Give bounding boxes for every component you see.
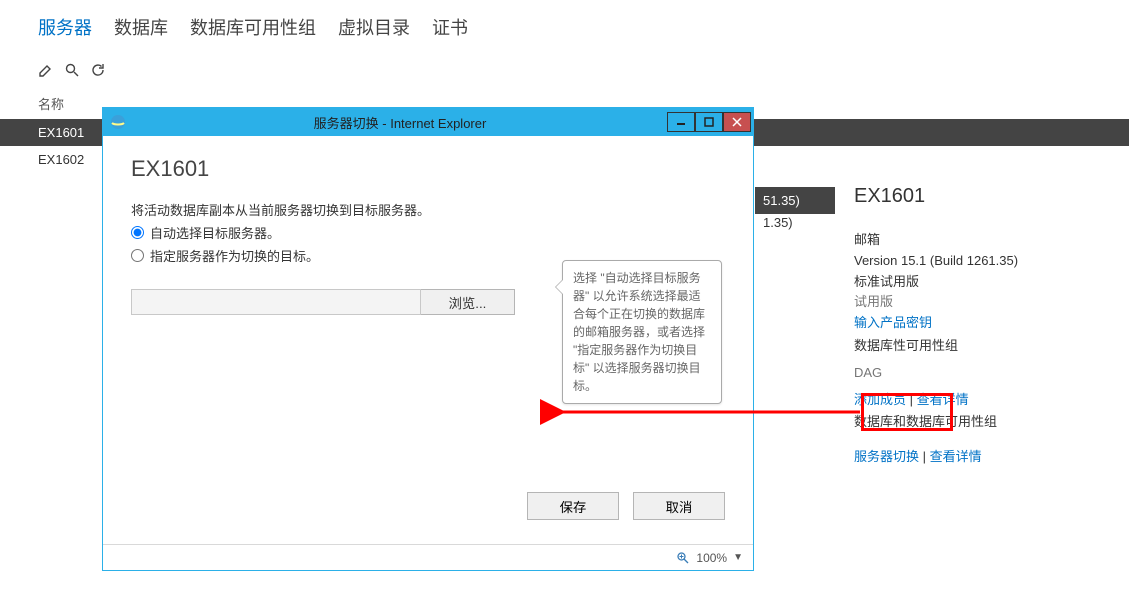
- search-icon[interactable]: [64, 62, 80, 78]
- browse-button[interactable]: 浏览...: [421, 289, 515, 315]
- details-db-dag: 数据库和数据库可用性组: [854, 412, 1099, 433]
- tab-certs[interactable]: 证书: [432, 14, 468, 40]
- status-bar: 100% ▼: [103, 544, 753, 570]
- radio-specify-label: 指定服务器作为切换的目标。: [150, 246, 319, 265]
- radio-auto-label: 自动选择目标服务器。: [150, 223, 280, 242]
- dialog-title: 服务器切换 - Internet Explorer: [133, 113, 667, 132]
- details-pane: EX1601 邮箱 Version 15.1 (Build 1261.35) 标…: [854, 180, 1099, 468]
- details-trial: 试用版: [854, 292, 1099, 313]
- ie-icon: [109, 113, 127, 131]
- add-member-link[interactable]: 添加成员: [854, 392, 906, 407]
- details-dag-heading: 数据库性可用性组: [854, 336, 1099, 357]
- radio-auto-input[interactable]: [131, 226, 144, 239]
- save-button[interactable]: 保存: [527, 492, 619, 520]
- help-callout: 选择 "自动选择目标服务器" 以允许系统选择最适合每个正在切换的数据库的邮箱服务…: [562, 260, 722, 404]
- dialog-heading: EX1601: [131, 156, 725, 182]
- radio-specify-input[interactable]: [131, 249, 144, 262]
- zoom-icon[interactable]: [676, 551, 690, 565]
- view-details-link[interactable]: 查看详情: [917, 392, 969, 407]
- radio-auto[interactable]: 自动选择目标服务器。: [131, 223, 725, 242]
- minimize-button[interactable]: [667, 112, 695, 132]
- view-details-link-2[interactable]: 查看详情: [930, 449, 982, 464]
- row-extra: 1.35): [755, 209, 835, 236]
- server-switchover-link[interactable]: 服务器切换: [854, 449, 919, 464]
- tab-databases[interactable]: 数据库: [114, 14, 168, 40]
- toolbar: [0, 56, 1129, 84]
- details-version: Version 15.1 (Build 1261.35): [854, 251, 1099, 272]
- switchover-dialog: 服务器切换 - Internet Explorer EX1601 将活动数据库副…: [102, 107, 754, 571]
- dialog-intro: 将活动数据库副本从当前服务器切换到目标服务器。: [131, 200, 725, 219]
- dialog-titlebar[interactable]: 服务器切换 - Internet Explorer: [103, 108, 753, 136]
- zoom-level[interactable]: 100%: [696, 551, 727, 565]
- tab-dag[interactable]: 数据库可用性组: [190, 14, 316, 40]
- zoom-chevron-icon[interactable]: ▼: [733, 552, 743, 563]
- details-dag-name: DAG: [854, 363, 1099, 384]
- nav-tabs: 服务器 数据库 数据库可用性组 虚拟目录 证书: [0, 0, 1129, 56]
- cancel-button[interactable]: 取消: [633, 492, 725, 520]
- refresh-icon[interactable]: [90, 62, 106, 78]
- maximize-button[interactable]: [695, 112, 723, 132]
- tab-vdirs[interactable]: 虚拟目录: [338, 14, 410, 40]
- details-title: EX1601: [854, 180, 1099, 212]
- tab-servers[interactable]: 服务器: [38, 14, 92, 40]
- enter-product-key-link[interactable]: 输入产品密钥: [854, 315, 932, 330]
- details-mailbox: 邮箱: [854, 230, 1099, 251]
- close-button[interactable]: [723, 112, 751, 132]
- edit-icon[interactable]: [38, 62, 54, 78]
- details-edition: 标准试用版: [854, 272, 1099, 293]
- target-server-input: [131, 289, 421, 315]
